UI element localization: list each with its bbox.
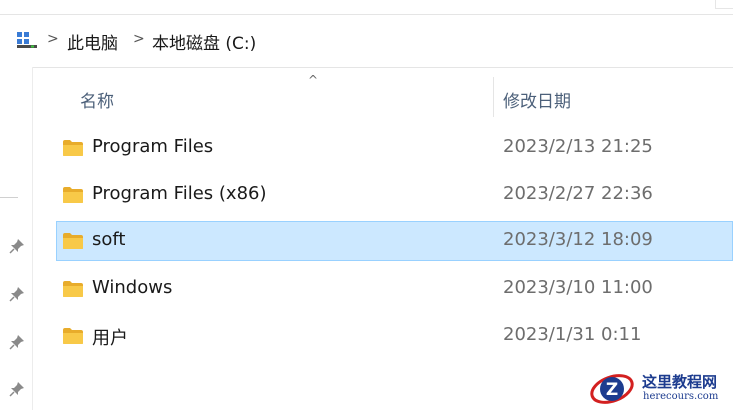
column-header-name[interactable]: 名称	[80, 87, 114, 112]
file-row[interactable]: Program Files (x86) 2023/2/27 22:36	[56, 175, 733, 215]
pin-icon[interactable]	[9, 238, 25, 254]
file-name: Program Files	[92, 136, 214, 157]
nav-divider	[0, 197, 18, 198]
column-resize-handle[interactable]	[493, 77, 494, 117]
column-header-date-modified[interactable]: 修改日期	[503, 87, 571, 112]
breadcrumb-separator: >	[133, 31, 145, 47]
folder-icon	[63, 233, 83, 249]
file-row-selected[interactable]: soft 2023/3/12 18:09	[56, 221, 733, 261]
file-date-modified: 2023/2/27 22:36	[503, 183, 653, 204]
sort-ascending-icon: ^	[308, 73, 319, 87]
file-name: 用户	[92, 328, 128, 349]
watermark-title: 这里教程网	[642, 373, 718, 391]
watermark-logo-letter: Z	[606, 380, 618, 400]
window-tab-edge	[715, 0, 733, 9]
site-watermark: Z 这里教程网 herecours.com	[588, 368, 733, 410]
folder-icon	[63, 281, 83, 297]
title-strip	[0, 0, 733, 14]
watermark-url: herecours.com	[643, 391, 719, 402]
this-pc-icon	[17, 32, 37, 48]
column-header-row: ^ 名称 修改日期	[33, 67, 733, 119]
file-name: Program Files (x86)	[92, 183, 267, 204]
file-row[interactable]: Windows 2023/3/10 11:00	[56, 269, 733, 309]
file-date-modified: 2023/2/13 21:25	[503, 136, 653, 157]
pin-icon[interactable]	[9, 334, 25, 350]
file-row[interactable]: Program Files 2023/2/13 21:25	[56, 128, 733, 168]
breadcrumb-separator: >	[47, 31, 59, 47]
pin-icon[interactable]	[9, 286, 25, 302]
breadcrumb-local-disk[interactable]: 本地磁盘 (C:)	[152, 29, 256, 54]
breadcrumb-this-pc[interactable]: 此电脑	[67, 29, 118, 54]
file-row[interactable]: 用户 2023/1/31 0:11	[56, 316, 733, 356]
navigation-pane[interactable]	[0, 67, 33, 410]
folder-icon	[63, 187, 83, 203]
address-bar[interactable]: > 此电脑 > 本地磁盘 (C:)	[0, 14, 733, 68]
file-date-modified: 2023/3/10 11:00	[503, 277, 653, 298]
folder-icon	[63, 140, 83, 156]
file-name: Windows	[92, 277, 173, 298]
file-name: soft	[92, 229, 126, 250]
file-date-modified: 2023/1/31 0:11	[503, 324, 642, 345]
pin-icon[interactable]	[9, 381, 25, 397]
watermark-logo-icon: Z	[590, 374, 634, 404]
file-explorer-window: > 此电脑 > 本地磁盘 (C:) ^ 名称 修改日期 Program File…	[0, 0, 733, 410]
folder-icon	[63, 328, 83, 344]
file-date-modified: 2023/3/12 18:09	[503, 229, 653, 250]
